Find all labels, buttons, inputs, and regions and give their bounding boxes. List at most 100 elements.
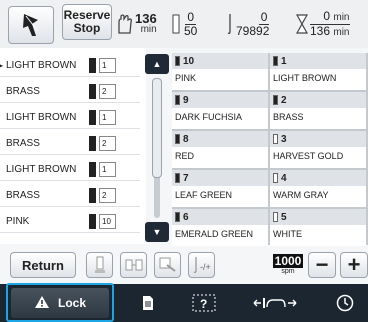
needle-bar-color-name: PINK	[175, 73, 197, 83]
needle-bar-header: 8	[172, 131, 268, 147]
warning-icon	[34, 295, 50, 312]
speed-plus-button[interactable]: +	[340, 252, 368, 278]
spool-icon	[89, 162, 96, 177]
needle-bar-number: 9	[183, 94, 189, 106]
stitch-progress: 0 79892	[226, 4, 270, 44]
needle-bar-cell[interactable]: 5 WHITE	[270, 209, 366, 246]
spool-icon	[89, 58, 96, 73]
return-button[interactable]: Return	[10, 252, 76, 278]
needle-bar-number: 5	[281, 211, 287, 223]
clock-icon	[336, 294, 354, 312]
spool-icon	[89, 84, 96, 99]
needle-bar-number: 10	[183, 55, 195, 67]
needle-bar-header: 4	[270, 170, 366, 186]
color-sort-icon	[125, 259, 142, 271]
sort-colors-button[interactable]	[120, 252, 147, 278]
color-total: 50	[184, 23, 198, 38]
hourglass-icon	[296, 14, 308, 34]
spool-icon	[273, 212, 278, 222]
thread-color-name: LIGHT BROWN	[6, 111, 77, 123]
triangle-up-icon: ▲	[152, 59, 162, 69]
needle-bar-header: 5	[270, 209, 366, 225]
needle-bar-cell[interactable]: 2 BRASS	[270, 92, 366, 129]
help-button[interactable]: ?	[190, 290, 218, 316]
thread-list-row[interactable]: BRASS 2	[0, 184, 140, 207]
needle-bar-number: 3	[281, 133, 287, 145]
remaining-time: 136 min	[116, 4, 157, 44]
thread-list-row[interactable]: ▸ LIGHT BROWN 1	[0, 54, 140, 77]
hand-timer-icon	[118, 14, 132, 34]
spool-icon	[89, 136, 96, 151]
thread-list-row[interactable]: LIGHT BROWN 1	[0, 106, 140, 129]
needle-bar-cell[interactable]: 1 LIGHT BROWN	[270, 53, 366, 90]
remaining-time-unit: min	[140, 24, 157, 35]
needle-bar-header: 10	[172, 53, 268, 69]
scroll-up-button[interactable]: ▲	[145, 54, 169, 74]
thread-color-name: LIGHT BROWN	[6, 59, 77, 71]
needle-bar-cell[interactable]: 8 RED	[172, 131, 268, 168]
thread-color-name: BRASS	[6, 85, 40, 97]
needle-number: 1	[99, 162, 116, 177]
lock-label: Lock	[57, 296, 86, 310]
color-current: 0	[185, 9, 197, 25]
scroll-down-button[interactable]: ▼	[145, 222, 169, 242]
presser-foot-button[interactable]	[8, 6, 54, 44]
triangle-down-icon: ▼	[152, 227, 162, 237]
needle-bar-header: 3	[270, 131, 366, 147]
lock-button-focus-ring: Lock	[6, 283, 114, 322]
needle-bar-cell[interactable]: 7 LEAF GREEN	[172, 170, 268, 207]
needle-bar-cell[interactable]: 4 WARM GRAY	[270, 170, 366, 207]
speed-value: 1000	[272, 254, 304, 268]
spool-icon	[175, 212, 180, 222]
document-icon	[143, 296, 153, 310]
spool-change-button[interactable]	[86, 252, 113, 278]
needle-number: 2	[99, 136, 116, 151]
thread-color-name: BRASS	[6, 189, 40, 201]
needle-bar-header: 6	[172, 209, 268, 225]
thread-sequence-list: ▸ LIGHT BROWN 1 BRASS 2 LIGHT BROWN 1 BRASS 2 LIG…	[0, 48, 146, 244]
spool-icon	[273, 95, 278, 105]
needle-bar-color-name: BRASS	[273, 112, 304, 122]
thread-chart-icon	[159, 257, 176, 272]
current-marker-icon: ▸	[0, 60, 4, 70]
needle-bar-color-name: RED	[175, 151, 195, 161]
speed-minus-button[interactable]: −	[308, 252, 336, 278]
needle-bar-cell[interactable]: 6 EMERALD GREEN	[172, 209, 268, 246]
spool-icon	[175, 95, 180, 105]
spool-icon	[273, 134, 278, 144]
thread-list-row[interactable]: LIGHT BROWN 1	[0, 158, 140, 181]
scroll-thumb[interactable]	[152, 78, 162, 178]
needle-bar-header: 7	[172, 170, 268, 186]
needle-bar-number: 6	[183, 211, 189, 223]
thread-color-name: BRASS	[6, 137, 40, 149]
svg-text:?: ?	[200, 297, 207, 311]
needle-bar-cell[interactable]: 10 PINK	[172, 53, 268, 90]
thread-list-row[interactable]: BRASS 2	[0, 80, 140, 103]
needle-bar-grid: 10 PINK 1 LIGHT BROWN 9 DARK FUCHSIA 2 BRASS 8 RE…	[172, 53, 368, 246]
time-progress: 0 min 136 min	[296, 4, 350, 44]
spool-change-icon	[94, 256, 105, 273]
needle-bar-cell[interactable]: 9 DARK FUCHSIA	[172, 92, 268, 129]
status-bar: Reserve Stop 136 min 0 50 0 79892 0 min …	[0, 0, 368, 48]
clock-button[interactable]	[334, 290, 356, 316]
needle-bar-number: 4	[281, 172, 287, 184]
plus-label: +	[347, 252, 361, 277]
thread-chart-button[interactable]	[154, 252, 181, 278]
list-scrollbar[interactable]: ▲ ▼	[145, 54, 169, 242]
reserve-stop-button[interactable]: Reserve Stop	[62, 4, 112, 40]
spool-icon	[89, 188, 96, 203]
needle-bar-number: 8	[183, 133, 189, 145]
document-button[interactable]	[136, 290, 160, 316]
thread-list-row[interactable]: PINK 10	[0, 210, 140, 233]
presser-foot-lift-button[interactable]	[252, 290, 298, 316]
stitch-forward-back-button[interactable]: -/+	[188, 252, 215, 278]
color-progress: 0 50	[172, 4, 197, 44]
thread-list-row[interactable]: BRASS 2	[0, 132, 140, 155]
spool-icon	[175, 134, 180, 144]
needle-icon	[227, 14, 231, 34]
needle-number: 1	[99, 58, 116, 73]
svg-text:-/+: -/+	[200, 262, 211, 272]
needle-bar-cell[interactable]: 3 HARVEST GOLD	[270, 131, 366, 168]
return-label: Return	[22, 257, 64, 273]
lock-button[interactable]: Lock	[11, 288, 109, 318]
